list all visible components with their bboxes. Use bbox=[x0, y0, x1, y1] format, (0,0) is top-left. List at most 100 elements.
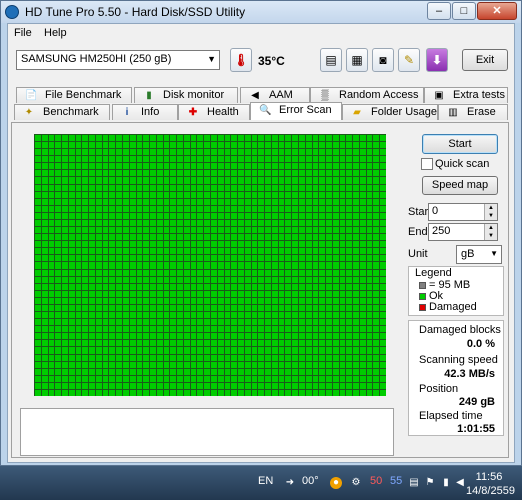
health-cross-icon: ✚ bbox=[188, 107, 198, 118]
volume-icon[interactable]: ◀ bbox=[454, 477, 466, 489]
tab-label: AAM bbox=[269, 89, 293, 101]
tray-temp-50[interactable]: 50 bbox=[370, 475, 382, 487]
tab-info[interactable]: i Info bbox=[112, 104, 178, 120]
tab-disk-monitor[interactable]: ▮ Disk monitor bbox=[134, 87, 238, 103]
title-bar[interactable]: HD Tune Pro 5.50 - Hard Disk/SSD Utility… bbox=[1, 1, 521, 23]
tab-label: Folder Usage bbox=[371, 106, 438, 118]
tab-file-benchmark[interactable]: 📄 File Benchmark bbox=[16, 87, 132, 103]
signal-icon[interactable]: ▮ bbox=[440, 477, 452, 489]
tab-label: Disk monitor bbox=[163, 89, 225, 101]
clock-time: 11:56 bbox=[475, 471, 503, 483]
start-button[interactable]: Start bbox=[422, 134, 498, 154]
tab-random-access[interactable]: ▒ Random Access bbox=[310, 87, 424, 103]
error-scan-block-map bbox=[34, 134, 386, 396]
tray-temp-55[interactable]: 55 bbox=[390, 475, 402, 487]
position-label: Position bbox=[419, 383, 459, 395]
clock-date: 14/8/2559 bbox=[466, 485, 515, 497]
end-spinbox[interactable]: 250 ▲ ▼ bbox=[428, 223, 498, 241]
tab-aam[interactable]: ◀ AAM bbox=[240, 87, 310, 103]
window-title: HD Tune Pro 5.50 - Hard Disk/SSD Utility bbox=[25, 5, 246, 19]
tab-benchmark[interactable]: ✦ Benchmark bbox=[14, 104, 110, 120]
camera-icon: ◙ bbox=[379, 53, 387, 67]
info-icon: i bbox=[125, 107, 129, 118]
menu-help[interactable]: Help bbox=[44, 27, 67, 39]
damaged-blocks-value: 0.0 % bbox=[466, 338, 495, 350]
disk-monitor-icon: ▮ bbox=[146, 90, 152, 101]
damaged-blocks-label: Damaged blocks bbox=[419, 324, 501, 336]
download-arrow-icon: ⬇ bbox=[431, 53, 443, 67]
tab-label: Extra tests bbox=[453, 89, 505, 101]
tab-extra-tests[interactable]: ▣ Extra tests bbox=[424, 87, 508, 103]
options-button[interactable]: ✎ bbox=[398, 48, 420, 72]
tab-health[interactable]: ✚ Health bbox=[178, 104, 250, 120]
language-indicator[interactable]: EN bbox=[258, 475, 273, 487]
wrench-icon: ✎ bbox=[403, 53, 415, 67]
legend-damaged: Damaged bbox=[429, 301, 477, 313]
copy-all-button[interactable]: ▦ bbox=[346, 48, 368, 72]
speed-map-button[interactable]: Speed map bbox=[422, 176, 498, 195]
flag-icon[interactable]: ⚑ bbox=[424, 477, 436, 489]
taskbar: EN ➜ 00° ● ⚙ 50 55 ▤ ⚑ ▮ ◀ 11:56 14/8/25… bbox=[0, 466, 522, 500]
maximize-button[interactable]: □ bbox=[452, 2, 476, 20]
temperature-readout: 35°C bbox=[258, 54, 285, 68]
tab-folder-usage[interactable]: ▰ Folder Usage bbox=[342, 104, 438, 120]
legend-title: Legend bbox=[415, 267, 452, 279]
tab-label: Info bbox=[141, 106, 160, 118]
menu-file[interactable]: File bbox=[14, 27, 32, 39]
scanning-speed-label: Scanning speed bbox=[419, 354, 498, 366]
screenshot-button[interactable]: ◙ bbox=[372, 48, 394, 72]
save-button[interactable]: ⬇ bbox=[426, 48, 448, 72]
client-area: File Help SAMSUNG HM250HI (250 gB) ▼ 🌡 3… bbox=[7, 23, 515, 463]
tab-erase[interactable]: ▥ Erase bbox=[438, 104, 508, 120]
tab-error-scan[interactable]: 🔍 Error Scan bbox=[250, 102, 342, 120]
unit-label: Unit bbox=[408, 248, 428, 260]
weather-indicator[interactable]: 00° bbox=[302, 475, 319, 487]
hdtune-app-icon bbox=[5, 5, 19, 19]
exit-button[interactable]: Exit bbox=[462, 49, 508, 71]
random-access-icon: ▒ bbox=[321, 90, 329, 101]
folder-icon: ▰ bbox=[353, 107, 361, 118]
start-value: 0 bbox=[432, 205, 439, 217]
ok-swatch bbox=[419, 293, 426, 300]
magnifier-icon: 🔍 bbox=[259, 105, 272, 116]
clock[interactable]: 11:56 14/8/2559 bbox=[466, 470, 515, 498]
copy-info-button[interactable]: ▤ bbox=[320, 48, 342, 72]
start-spinbox[interactable]: 0 ▲ ▼ bbox=[428, 203, 498, 221]
drive-select[interactable]: SAMSUNG HM250HI (250 gB) ▼ bbox=[16, 50, 220, 70]
gear-icon[interactable]: ⚙ bbox=[350, 477, 362, 489]
close-button[interactable]: ✕ bbox=[477, 2, 517, 20]
tab-label: Error Scan bbox=[279, 104, 332, 116]
spin-down-icon[interactable]: ▼ bbox=[484, 232, 497, 240]
chevron-down-icon: ▼ bbox=[207, 54, 216, 64]
file-benchmark-icon: 📄 bbox=[25, 90, 38, 101]
legend-group: Legend = 95 MB Ok Damaged bbox=[408, 266, 504, 316]
end-value: 250 bbox=[432, 225, 451, 237]
tab-label: Random Access bbox=[339, 89, 419, 101]
statistics-group: Damaged blocks 0.0 % Scanning speed 42.3… bbox=[408, 320, 504, 436]
chevron-down-icon: ▼ bbox=[490, 249, 498, 258]
temperature-button[interactable]: 🌡 bbox=[230, 48, 252, 72]
drive-select-value: SAMSUNG HM250HI (250 gB) bbox=[21, 53, 172, 65]
unit-value: gB bbox=[461, 248, 475, 260]
menu-bar: File Help bbox=[8, 24, 514, 42]
arrow-right-icon: ➜ bbox=[285, 477, 295, 488]
app-window: HD Tune Pro 5.50 - Hard Disk/SSD Utility… bbox=[0, 0, 522, 466]
spin-down-icon[interactable]: ▼ bbox=[484, 212, 497, 220]
app-tray-icon[interactable]: ● bbox=[330, 477, 342, 489]
spin-up-icon[interactable]: ▲ bbox=[484, 224, 497, 232]
extra-tests-icon: ▣ bbox=[434, 90, 444, 101]
trash-icon: ▥ bbox=[448, 107, 458, 118]
unit-select[interactable]: gB ▼ bbox=[456, 245, 502, 264]
tab-label: Erase bbox=[467, 106, 496, 118]
tab-label: Health bbox=[207, 106, 239, 118]
minimize-button[interactable]: – bbox=[427, 2, 451, 20]
spin-up-icon[interactable]: ▲ bbox=[484, 204, 497, 212]
tab-label: File Benchmark bbox=[45, 89, 122, 101]
quick-scan-label: Quick scan bbox=[435, 158, 490, 170]
block-size-swatch bbox=[419, 282, 426, 289]
quick-scan-checkbox[interactable] bbox=[421, 158, 433, 170]
scan-log-box bbox=[20, 408, 394, 456]
elapsed-time-value: 1:01:55 bbox=[457, 423, 495, 435]
network-icon[interactable]: ▤ bbox=[408, 477, 420, 489]
speaker-icon: ◀ bbox=[251, 90, 259, 101]
